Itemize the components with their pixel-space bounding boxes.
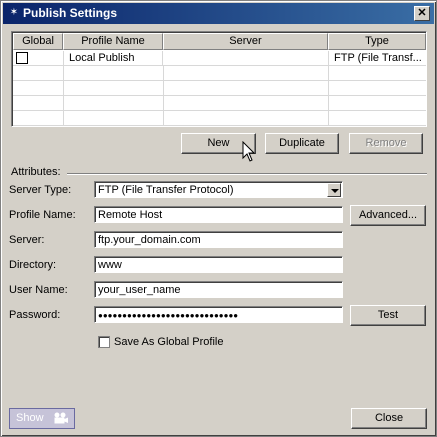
server-cell (163, 51, 329, 65)
server-type-value: FTP (File Transfer Protocol) (98, 184, 234, 196)
chevron-down-icon[interactable] (327, 183, 341, 197)
user-name-field[interactable]: your_user_name (94, 281, 343, 298)
column-header-server[interactable]: Server (163, 33, 328, 50)
close-icon[interactable]: ✕ (414, 6, 430, 21)
table-row (13, 111, 426, 126)
table-row (13, 66, 426, 81)
duplicate-button[interactable]: Duplicate (265, 133, 339, 154)
publish-settings-dialog: ✶ Publish Settings ✕ Global Profile Name… (0, 0, 437, 437)
table-row (13, 81, 426, 96)
user-name-label: User Name: (9, 284, 68, 296)
table-header: Global Profile Name Server Type (13, 33, 426, 50)
show-label: Show (16, 412, 44, 424)
attributes-group-label: Attributes: (11, 166, 61, 178)
mouse-pointer-icon (242, 141, 256, 162)
test-button[interactable]: Test (350, 305, 426, 326)
attributes-divider (67, 173, 427, 174)
table-row (13, 96, 426, 111)
password-field[interactable]: ●●●●●●●●●●●●●●●●●●●●●●●●●●●●● (94, 306, 343, 323)
show-button[interactable]: Show (9, 408, 75, 429)
global-checkbox[interactable] (16, 52, 28, 64)
global-cell (13, 51, 64, 65)
profile-name-cell: Local Publish (63, 51, 163, 65)
save-as-global-checkbox[interactable] (98, 336, 110, 348)
save-as-global-label: Save As Global Profile (114, 336, 224, 348)
column-header-global[interactable]: Global (13, 33, 63, 50)
camera-icon (54, 412, 68, 424)
app-icon: ✶ (9, 7, 19, 18)
column-header-profile-name[interactable]: Profile Name (63, 33, 163, 50)
window-title: Publish Settings (23, 6, 118, 20)
server-type-select[interactable]: FTP (File Transfer Protocol) (94, 181, 343, 198)
server-field[interactable]: ftp.your_domain.com (94, 231, 343, 248)
directory-label: Directory: (9, 259, 57, 271)
title-bar[interactable]: ✶ Publish Settings ✕ (3, 3, 434, 24)
server-label: Server: (9, 234, 45, 246)
type-cell: FTP (File Transf... (334, 52, 422, 64)
profile-name-label: Profile Name: (9, 209, 76, 221)
table-row[interactable]: Local Publish FTP (File Transf... (13, 51, 426, 66)
profiles-table[interactable]: Global Profile Name Server Type Local Pu… (11, 31, 427, 127)
profile-name-field[interactable]: Remote Host (94, 206, 343, 223)
directory-field[interactable]: www (94, 256, 343, 273)
password-label: Password: (9, 309, 61, 321)
remove-button[interactable]: Remove (349, 133, 423, 154)
server-type-label: Server Type: (9, 184, 72, 196)
column-header-type[interactable]: Type (328, 33, 426, 50)
close-button[interactable]: Close (351, 408, 427, 429)
advanced-button[interactable]: Advanced... (350, 205, 426, 226)
